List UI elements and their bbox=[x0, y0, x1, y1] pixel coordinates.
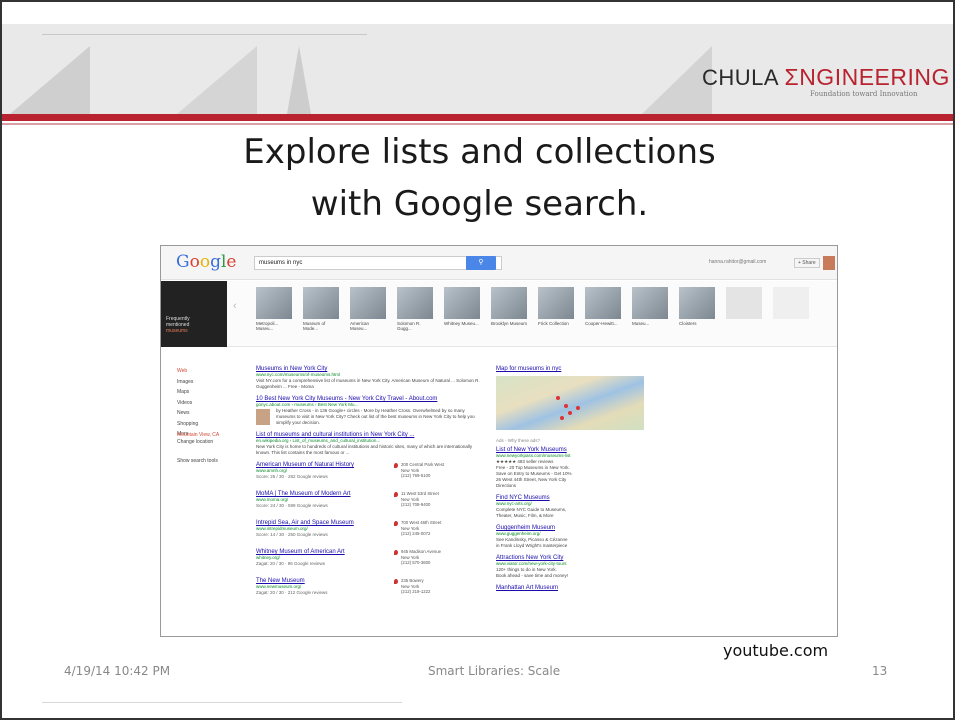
local-reviews[interactable]: Score: 25 / 30 · 282 Google reviews bbox=[256, 474, 481, 480]
carousel-item[interactable]: Solomon R. Gugg... bbox=[397, 287, 433, 331]
decorative-triangle bbox=[287, 46, 311, 114]
footer-date: 4/19/14 10:42 PM bbox=[64, 664, 171, 678]
title-line-1: Explore lists and collections bbox=[243, 132, 716, 172]
nav-news[interactable]: News bbox=[177, 408, 237, 419]
carousel-item[interactable]: Cooper-Hewitt... bbox=[585, 287, 621, 326]
page-number: 13 bbox=[872, 664, 888, 678]
carousel-item[interactable] bbox=[726, 287, 762, 319]
carousel-item[interactable]: Museum of Mode... bbox=[303, 287, 339, 331]
local-address: 945 Madison Avenue New York (212) 570-3600 bbox=[401, 549, 442, 565]
user-account[interactable]: hanna.rahitor@gmail.com bbox=[709, 259, 766, 265]
title-line-2: with Google search. bbox=[310, 184, 649, 224]
google-search-screenshot: Google museums in nyc ⚲ hanna.rahitor@gm… bbox=[160, 245, 838, 637]
carousel-header: Frequently mentioned museums bbox=[161, 281, 227, 347]
result-snippet: Visit NY.com for a comprehensive list of… bbox=[256, 378, 480, 389]
show-search-tools-link[interactable]: Show search tools bbox=[177, 458, 218, 464]
search-results: Museums in New York City www.nyc.com/mus… bbox=[256, 366, 481, 607]
slide-title: Explore lists and collections with Googl… bbox=[2, 126, 953, 230]
map-pin-icon bbox=[394, 550, 398, 555]
local-reviews[interactable]: Zagat: 20 / 30 · 96 Google reviews bbox=[256, 561, 481, 567]
result-item: 10 Best New York City Museums - New York… bbox=[256, 396, 481, 426]
google-header: Google museums in nyc ⚲ hanna.rahitor@gm… bbox=[161, 246, 837, 280]
divider bbox=[42, 702, 402, 703]
logo-chula: CHULA bbox=[702, 65, 778, 90]
map-pin-icon bbox=[394, 492, 398, 497]
location-panel: Mountain View, CA Change location bbox=[177, 432, 219, 446]
avatar[interactable] bbox=[823, 256, 835, 270]
nav-images[interactable]: Images bbox=[177, 377, 237, 388]
carousel-item[interactable] bbox=[773, 287, 809, 319]
share-button[interactable]: + Share bbox=[794, 258, 820, 268]
local-address: 11 West 53rd Street New York (212) 708-940… bbox=[401, 491, 439, 507]
ad-item: Find NYC Museums www.nyc-arts.org/ Compl… bbox=[496, 495, 567, 518]
local-reviews[interactable]: Zagat: 20 / 30 · 212 Google reviews bbox=[256, 590, 481, 596]
local-result: Intrepid Sea, Air and Space Museum www.i… bbox=[256, 520, 481, 544]
nav-shopping[interactable]: Shopping bbox=[177, 419, 237, 430]
source-credit: youtube.com bbox=[723, 641, 829, 660]
nav-web[interactable]: Web bbox=[177, 366, 237, 377]
carousel-item[interactable]: Brooklyn Museum bbox=[491, 287, 527, 326]
local-reviews[interactable]: Score: 24 / 30 · 599 Google reviews bbox=[256, 503, 481, 509]
local-address: 235 Bowery New York (212) 219-1222 bbox=[401, 578, 431, 594]
location-name: Mountain View, CA bbox=[177, 432, 220, 438]
google-logo[interactable]: Google bbox=[176, 252, 236, 272]
footer-title: Smart Libraries: Scale bbox=[428, 664, 561, 678]
local-result: The New Museum www.newmuseum.org/ Zagat:… bbox=[256, 578, 481, 602]
local-address: 700 West 46th Street New York (212) 245-00… bbox=[401, 520, 442, 536]
search-input[interactable]: museums in nyc bbox=[254, 256, 502, 270]
carousel-item[interactable]: Cloisters bbox=[679, 287, 715, 326]
ad-item: Guggenheim Museum www.guggenheim.org/ Se… bbox=[496, 525, 568, 548]
map-thumbnail[interactable] bbox=[496, 376, 644, 430]
carousel-item[interactable]: Metropoli... Museu... bbox=[256, 287, 292, 331]
accent-bar-thin bbox=[2, 123, 953, 125]
chevron-left-icon[interactable]: ‹ bbox=[233, 300, 237, 312]
result-item: List of museums and cultural institution… bbox=[256, 432, 481, 456]
result-snippet: New York City is home to hundreds of cul… bbox=[256, 444, 473, 455]
ad-item: Attractions New York City www.viator.com… bbox=[496, 555, 569, 578]
carousel-item[interactable]: American Museu... bbox=[350, 287, 386, 331]
chula-engineering-logo: CHULA ΣNGINEERING bbox=[702, 64, 950, 91]
decorative-triangle bbox=[177, 46, 257, 114]
map-title[interactable]: Map for museums in nyc bbox=[496, 366, 671, 372]
local-address: 200 Central Park West New York (212) 769-5… bbox=[401, 462, 445, 478]
ad-item: List of New York Museums www.newyorkpass… bbox=[496, 447, 572, 488]
accent-bar bbox=[2, 114, 953, 121]
ads-note[interactable]: Ads - Why these ads? bbox=[496, 438, 671, 444]
slide: CHULA ΣNGINEERING Foundation toward Inno… bbox=[0, 0, 955, 720]
map-pin-icon bbox=[394, 579, 398, 584]
result-item: Museums in New York City www.nyc.com/mus… bbox=[256, 366, 481, 390]
search-button[interactable]: ⚲ bbox=[466, 256, 496, 270]
map-pin-icon bbox=[394, 463, 398, 468]
carousel-item[interactable]: Frick Collection bbox=[538, 287, 574, 326]
local-reviews[interactable]: Score: 14 / 30 · 250 Google reviews bbox=[256, 532, 481, 538]
ad-item: Manhattan Art Museum bbox=[496, 585, 559, 591]
logo-tagline: Foundation toward Innovation bbox=[810, 90, 918, 98]
decorative-triangle bbox=[10, 46, 90, 114]
map-pin-icon bbox=[394, 521, 398, 526]
divider bbox=[42, 34, 367, 35]
local-result: Whitney Museum of American Art whitney.o… bbox=[256, 549, 481, 573]
local-result: MoMA | The Museum of Modern Art www.moma… bbox=[256, 491, 481, 515]
author-avatar[interactable] bbox=[256, 409, 270, 425]
logo-engineering: ΣNGINEERING bbox=[784, 64, 950, 90]
result-snippet: by Heather Cross - in 136 Google+ circle… bbox=[276, 408, 475, 425]
local-result: American Museum of Natural History www.a… bbox=[256, 462, 481, 486]
nav-maps[interactable]: Maps bbox=[177, 387, 237, 398]
right-column: Map for museums in nyc Ads - Why these a… bbox=[496, 366, 671, 597]
nav-videos[interactable]: Videos bbox=[177, 398, 237, 409]
left-nav: Web Images Maps Videos News Shopping Mor… bbox=[177, 366, 237, 440]
change-location-link[interactable]: Change location bbox=[177, 439, 219, 446]
carousel-item[interactable]: Museu... bbox=[632, 287, 668, 326]
search-icon: ⚲ bbox=[478, 259, 484, 266]
carousel-item[interactable]: Whitney Museu... bbox=[444, 287, 480, 326]
